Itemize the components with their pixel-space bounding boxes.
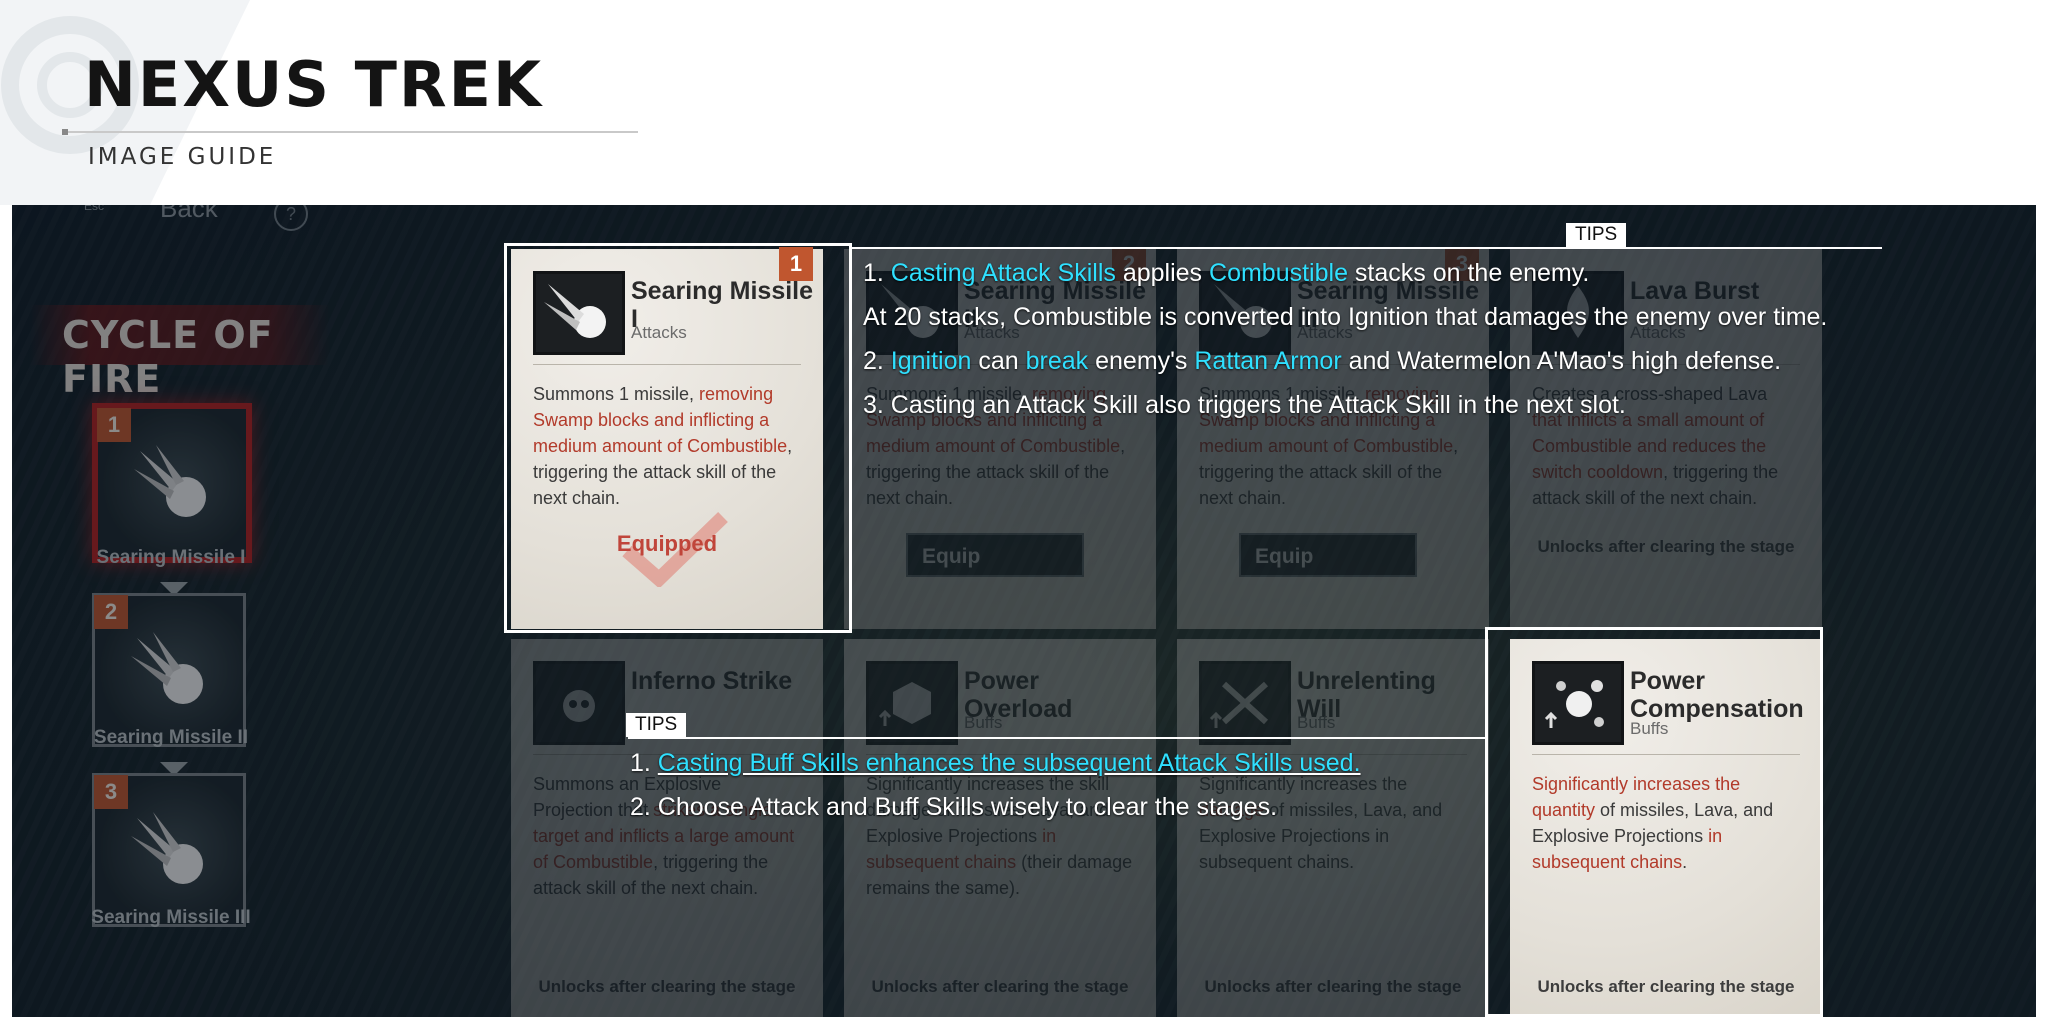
page-title: NEXUS TREK: [84, 48, 544, 121]
tips-tag: TIPS: [1566, 223, 1627, 247]
page-subtitle: IMAGE GUIDE: [88, 144, 277, 170]
tips-connector-line: [628, 737, 1485, 739]
tips-connector-line: [852, 247, 1882, 249]
title-divider: [64, 131, 638, 133]
highlight-frame-buff: [1485, 627, 1823, 1017]
title-divider-dot: [62, 129, 68, 135]
guide-header: NEXUS TREK IMAGE GUIDE: [0, 0, 2048, 205]
highlight-frame-attack: [504, 243, 852, 633]
tips-buff-text: 1. Casting Buff Skills enhances the subs…: [630, 749, 1361, 821]
game-screenshot: Esc Back ? CYCLE OF FIRE 1 Searing Missi…: [12, 205, 2036, 1017]
tips-tag: TIPS: [626, 713, 687, 737]
tips-attack-text: 1. Casting Attack Skills applies Combust…: [863, 259, 1828, 419]
